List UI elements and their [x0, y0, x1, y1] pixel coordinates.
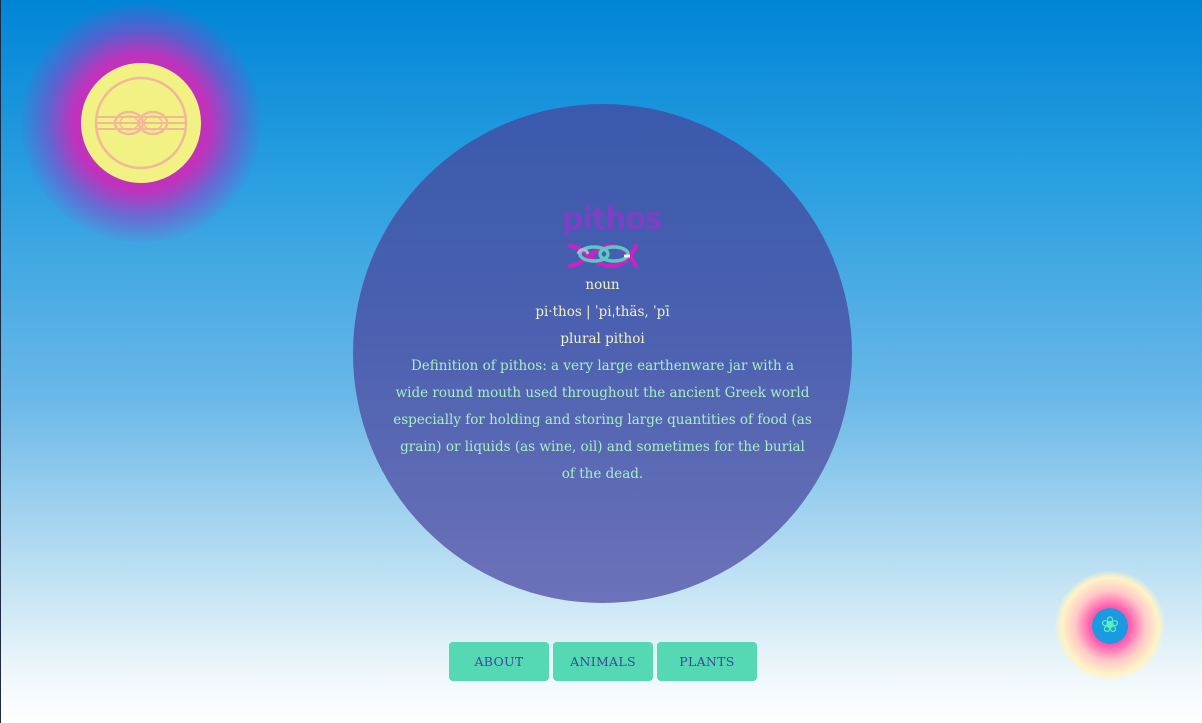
definition-text: Definition of pithos: a very large earth… — [393, 358, 812, 482]
pronunciation: pi·thos | ˈpiˌthäs, ˈpī — [535, 304, 670, 320]
dictionary-entry-circle: pithos noun pi·thos | ˈpiˌthäs, ˈpī plur… — [353, 104, 852, 603]
flower-badge[interactable]: ❀ — [1092, 608, 1128, 644]
about-button[interactable]: ABOUT — [449, 642, 549, 681]
plural-form: plural pithoi — [560, 331, 645, 347]
animals-button[interactable]: ANIMALS — [553, 642, 653, 681]
sun-badge[interactable] — [81, 63, 201, 183]
part-of-speech: noun — [585, 277, 620, 293]
knot-icon — [568, 243, 638, 269]
knot-seal-icon — [94, 76, 188, 170]
logo-wordmark: pithos — [562, 202, 663, 237]
main-nav: ABOUT ANIMALS PLANTS — [449, 642, 757, 681]
flower-icon: ❀ — [1100, 613, 1120, 638]
window-edge — [0, 0, 1, 723]
plants-button[interactable]: PLANTS — [657, 642, 757, 681]
pithos-logo[interactable]: pithos — [562, 202, 663, 272]
